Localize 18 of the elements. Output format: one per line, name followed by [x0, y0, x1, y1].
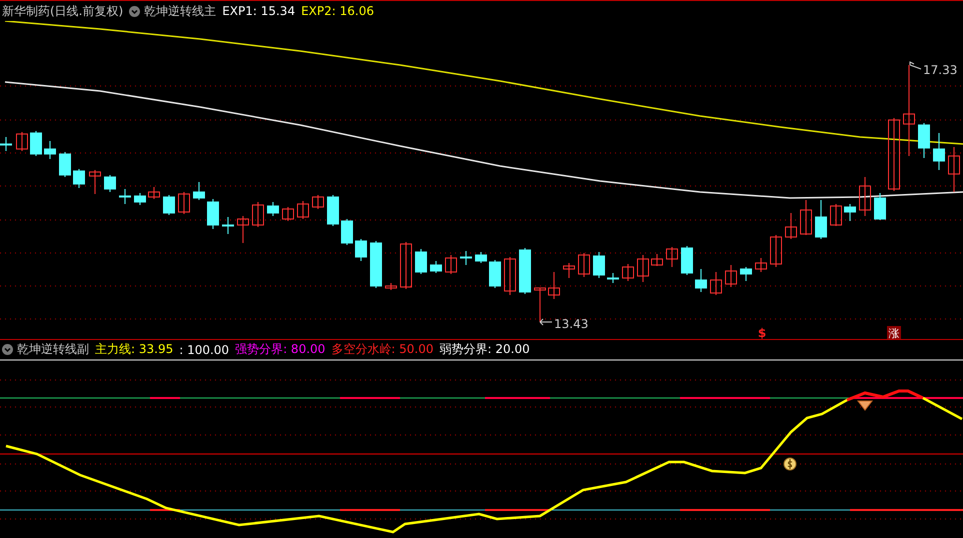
legend-label: 主力线: 33.95	[95, 341, 174, 358]
legend-label: EXP2: 16.06	[301, 4, 374, 18]
high-price-label: 17.33	[923, 63, 958, 77]
chevron-down-icon[interactable]	[129, 6, 140, 16]
rise-badge: 涨	[887, 326, 901, 339]
legend-label: : 100.00	[179, 342, 230, 356]
buy-signal-marker: $	[758, 326, 766, 339]
legend-label: 新华制药(日线.前复权)	[2, 2, 124, 20]
legend-label: EXP1: 15.34	[222, 4, 296, 18]
legend-label: 多空分水岭: 50.00	[331, 341, 434, 358]
leader-line	[540, 318, 552, 326]
low-price-label: 13.43	[554, 317, 588, 331]
leader-line	[910, 61, 922, 70]
chevron-down-icon[interactable]	[2, 344, 13, 355]
legend-label: 乾坤逆转线主	[144, 2, 216, 20]
legend-label: 强势分界: 80.00	[235, 341, 326, 358]
legend-label: 弱势分界: 20.00	[440, 341, 530, 358]
legend-label: 乾坤逆转线副	[17, 341, 89, 358]
